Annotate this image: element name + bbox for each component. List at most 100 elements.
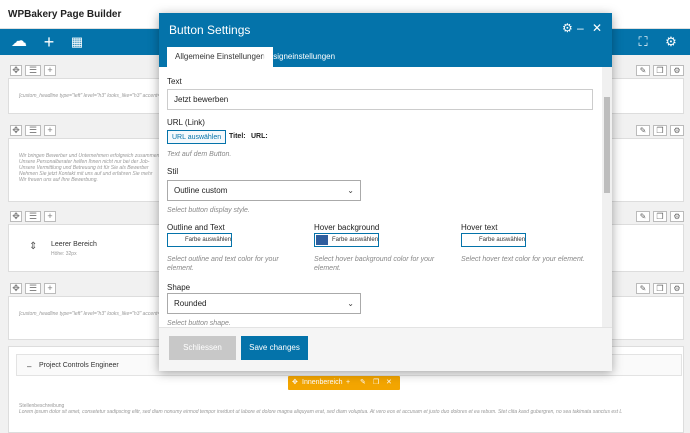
outline-hint: Select outline and text color for your e…	[167, 256, 279, 272]
color-swatch	[316, 235, 328, 245]
row-actions: ✎ ❐ ⚙	[633, 210, 684, 222]
columns-icon[interactable]: ☰	[25, 211, 41, 222]
delete-icon[interactable]: ✕	[386, 379, 392, 387]
move-icon[interactable]: ✥	[292, 379, 298, 387]
clone-icon[interactable]: ❐	[653, 283, 667, 294]
gear-icon[interactable]: ⚙	[670, 125, 684, 136]
color-swatch	[463, 235, 475, 245]
inner-section-tag[interactable]: ✥ Innenbereich + ✎ ❐ ✕	[288, 376, 400, 390]
style-select-value: Outline custom	[174, 186, 228, 195]
row-actions: ✎ ❐ ⚙	[633, 64, 684, 76]
modal-tabs: Allgemeine Einstellungen Designeinstellu…	[159, 45, 612, 67]
columns-icon[interactable]: ☰	[25, 65, 41, 76]
modal-title: Button Settings	[169, 23, 251, 37]
row-text-line: Wir freuen uns auf Ihre Bewerbung.	[19, 177, 98, 183]
gear-icon[interactable]: ⚙	[670, 283, 684, 294]
row-text: [custom_headline type="left" level="h3" …	[19, 93, 163, 99]
add-icon[interactable]: +	[44, 211, 56, 222]
modal-footer: Schliessen Save changes	[159, 327, 612, 371]
save-changes-button[interactable]: Save changes	[241, 336, 308, 360]
add-icon[interactable]: +	[44, 125, 56, 136]
text-label: Text	[167, 77, 182, 86]
add-icon[interactable]: +	[346, 379, 350, 387]
edit-icon[interactable]: ✎	[360, 379, 366, 387]
add-icon[interactable]: +	[44, 283, 56, 294]
hover-text-hint: Select hover text color for your element…	[461, 256, 585, 263]
clone-icon[interactable]: ❐	[653, 211, 667, 222]
empty-space-icon: ⇕	[29, 241, 38, 252]
chevron-down-icon: ⌄	[347, 299, 354, 308]
hover-bg-color-picker[interactable]: Farbe auswählen	[314, 233, 379, 247]
accordion-label: Project Controls Engineer	[39, 362, 119, 369]
settings-gear-icon[interactable]: ⚙	[662, 33, 680, 51]
edit-icon[interactable]: ✎	[636, 283, 650, 294]
shape-select-value: Rounded	[174, 299, 207, 308]
close-button[interactable]: Schliessen	[169, 336, 236, 360]
layout-icon[interactable]: ▦	[68, 33, 86, 51]
close-icon[interactable]: ✕	[592, 21, 602, 35]
url-url-label: URL:	[251, 133, 268, 140]
clone-icon[interactable]: ❐	[653, 65, 667, 76]
collapse-icon[interactable]: –	[27, 362, 31, 371]
columns-icon[interactable]: ☰	[25, 283, 41, 294]
row-controls: ✥ ☰ +	[10, 282, 59, 294]
row-actions: ✎ ❐ ⚙	[633, 124, 684, 136]
empty-space-title: Leerer Bereich	[51, 241, 97, 248]
modal-body: Text Jetzt bewerben URL (Link) URL auswä…	[159, 67, 612, 327]
scrollbar-thumb[interactable]	[604, 97, 610, 193]
url-label: URL (Link)	[167, 118, 205, 127]
cloud-icon[interactable]: ☁	[10, 33, 28, 51]
hover-text-label: Hover text	[461, 223, 498, 232]
style-select[interactable]: Outline custom ⌄	[167, 180, 361, 201]
color-picker-label: Farbe auswählen	[479, 237, 526, 243]
shape-hint: Select button shape.	[167, 320, 231, 327]
add-icon[interactable]: +	[44, 65, 56, 76]
gear-icon[interactable]: ⚙	[670, 211, 684, 222]
outline-color-picker[interactable]: Farbe auswählen	[167, 233, 232, 247]
move-icon[interactable]: ✥	[10, 283, 22, 294]
shape-select[interactable]: Rounded ⌄	[167, 293, 361, 314]
clone-icon[interactable]: ❐	[373, 379, 379, 387]
hover-bg-hint: Select hover background color for your e…	[314, 256, 435, 272]
modal-scrollbar[interactable]	[602, 67, 612, 327]
color-picker-label: Farbe auswählen	[332, 237, 379, 243]
color-picker-label: Farbe auswählen	[185, 237, 232, 243]
section-text: Lorem ipsum dolor sit amet, consetetur s…	[19, 409, 623, 415]
gear-icon[interactable]: ⚙	[670, 65, 684, 76]
row-controls: ✥ ☰ +	[10, 124, 59, 136]
edit-icon[interactable]: ✎	[636, 125, 650, 136]
shape-label: Shape	[167, 283, 191, 292]
edit-icon[interactable]: ✎	[636, 65, 650, 76]
window-title: WPBakery Page Builder	[8, 9, 122, 20]
color-swatch	[169, 235, 181, 245]
row-controls: ✥ ☰ +	[10, 64, 59, 76]
url-title-label: Titel:	[229, 133, 246, 140]
tab-design-settings[interactable]: Designeinstellungen	[255, 47, 343, 67]
minimize-icon[interactable]: –	[577, 21, 584, 35]
row-controls: ✥ ☰ +	[10, 210, 59, 222]
move-icon[interactable]: ✥	[10, 211, 22, 222]
move-icon[interactable]: ✥	[10, 125, 22, 136]
row-text: [custom_headline type="left" level="h3" …	[19, 311, 163, 317]
fullscreen-icon[interactable]: ⛶	[634, 33, 652, 51]
select-url-button[interactable]: URL auswählen	[167, 130, 227, 144]
modal-header: Button Settings ⚙ – ✕	[159, 13, 612, 45]
gear-icon[interactable]: ⚙	[562, 21, 573, 35]
clone-icon[interactable]: ❐	[653, 125, 667, 136]
row-actions: ✎ ❐ ⚙	[633, 282, 684, 294]
style-label: Stil	[167, 167, 179, 176]
add-element-icon[interactable]: +	[40, 33, 58, 51]
chevron-down-icon: ⌄	[347, 186, 354, 195]
hover-text-color-picker[interactable]: Farbe auswählen	[461, 233, 526, 247]
edit-icon[interactable]: ✎	[636, 211, 650, 222]
url-hint: Text auf dem Button.	[167, 151, 232, 158]
columns-icon[interactable]: ☰	[25, 125, 41, 136]
move-icon[interactable]: ✥	[10, 65, 22, 76]
inner-section-label: Innenbereich	[302, 379, 343, 386]
outline-label: Outline and Text	[167, 223, 225, 232]
text-input[interactable]: Jetzt bewerben	[167, 89, 593, 110]
button-settings-modal: Button Settings ⚙ – ✕ Allgemeine Einstel…	[159, 13, 612, 371]
empty-space-subtitle: Höhe: 32px	[51, 251, 77, 257]
hover-bg-label: Hover background	[314, 223, 380, 232]
style-hint: Select button display style.	[167, 207, 250, 214]
